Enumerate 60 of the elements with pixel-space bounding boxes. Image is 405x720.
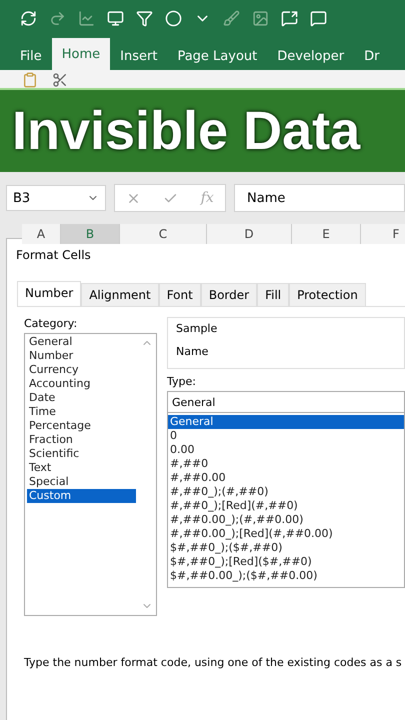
column-header[interactable]: C (120, 224, 207, 244)
description-text: Type the number format code, using one of the existing codes as a s (24, 656, 403, 669)
refresh-icon[interactable] (20, 10, 37, 26)
category-item[interactable]: Currency (27, 363, 136, 377)
category-item[interactable]: Text (27, 461, 136, 475)
type-item[interactable]: $#,##0_);[Red]($#,##0) (168, 555, 404, 569)
category-item[interactable]: Accounting (27, 377, 136, 391)
ribbon-tab[interactable]: Insert (110, 42, 168, 70)
ribbon-tab[interactable]: Developer (267, 42, 354, 70)
type-item[interactable]: #,##0.00_);[Red](#,##0.00) (168, 527, 404, 541)
column-header[interactable]: A (22, 224, 61, 244)
sample-label: Sample (176, 322, 218, 335)
column-header[interactable]: D (207, 224, 292, 244)
type-item[interactable]: 0.00 (168, 443, 404, 457)
sample-value: Name (176, 345, 210, 358)
category-label: Category: (24, 317, 78, 330)
type-item[interactable]: #,##0.00 (168, 471, 404, 485)
category-item[interactable]: Custom (27, 489, 136, 503)
category-item[interactable]: Scientific (27, 447, 136, 461)
type-item[interactable]: #,##0_);(#,##0) (168, 485, 404, 499)
scissors-icon[interactable] (52, 72, 68, 88)
ribbon-tab[interactable]: Dr (354, 42, 390, 70)
dialog-tab[interactable]: Alignment (81, 283, 159, 306)
column-header[interactable]: E (292, 224, 361, 244)
category-item[interactable]: Time (27, 405, 136, 419)
type-label: Type: (167, 375, 197, 388)
category-list[interactable]: General Number Currency Accounting Date Time Percentage Fraction Scientific Text Special Custom (24, 333, 157, 616)
column-header[interactable]: B (61, 224, 120, 244)
comment-arrow-icon[interactable] (281, 10, 298, 26)
ribbon-tab[interactable]: Home (52, 38, 110, 70)
type-item[interactable]: #,##0 (168, 457, 404, 471)
ribbon-tab[interactable]: File (10, 42, 52, 70)
category-item[interactable]: General (27, 335, 136, 349)
banner-title: Invisible Data (12, 100, 360, 162)
category-item[interactable]: Date (27, 391, 136, 405)
clipboard-icon[interactable] (22, 72, 38, 88)
category-item[interactable]: Special (27, 475, 136, 489)
type-item[interactable]: $#,##0.00_);($#,##0.00) (168, 569, 404, 583)
category-item[interactable]: Fraction (27, 433, 136, 447)
name-box[interactable]: B3 (6, 185, 106, 211)
column-header[interactable]: F (361, 224, 405, 244)
type-item[interactable]: 0 (168, 429, 404, 443)
type-item[interactable]: $#,##0_);($#,##0) (168, 541, 404, 555)
type-item[interactable]: #,##0.00_);(#,##0.00) (168, 513, 404, 527)
formula-field[interactable]: Name (234, 184, 405, 212)
dialog-tab[interactable]: Protection (289, 283, 366, 306)
type-field[interactable]: General (167, 391, 405, 413)
category-item[interactable]: Number (27, 349, 136, 363)
type-item[interactable]: General (168, 415, 404, 429)
dialog-tab[interactable]: Border (200, 283, 258, 306)
type-list[interactable]: General 0 0.00 #,##0 #,##0.00 #,##0_);(#,##0) #,##0_);[Red](#,##0) #,##0.00_);(#,##0.00) #,##0.00_);[Red](#,##0.00) $#,##0_);($#,##0) $#,##0_);[Red]($#,##0) $#,##0.00_);($#,##0.00) (167, 413, 405, 588)
dialog-title: Format Cells (16, 248, 91, 262)
ribbon-tab[interactable]: Page Layout (167, 42, 268, 70)
dialog-tab[interactable]: Fill (257, 283, 290, 306)
type-item[interactable]: #,##0_);[Red](#,##0) (168, 499, 404, 513)
dialog-tab[interactable]: Number (17, 281, 82, 306)
comment-icon[interactable] (310, 10, 327, 26)
dialog-tab[interactable]: Font (158, 283, 201, 306)
category-item[interactable]: Percentage (27, 419, 136, 433)
filter-icon[interactable] (136, 10, 153, 26)
